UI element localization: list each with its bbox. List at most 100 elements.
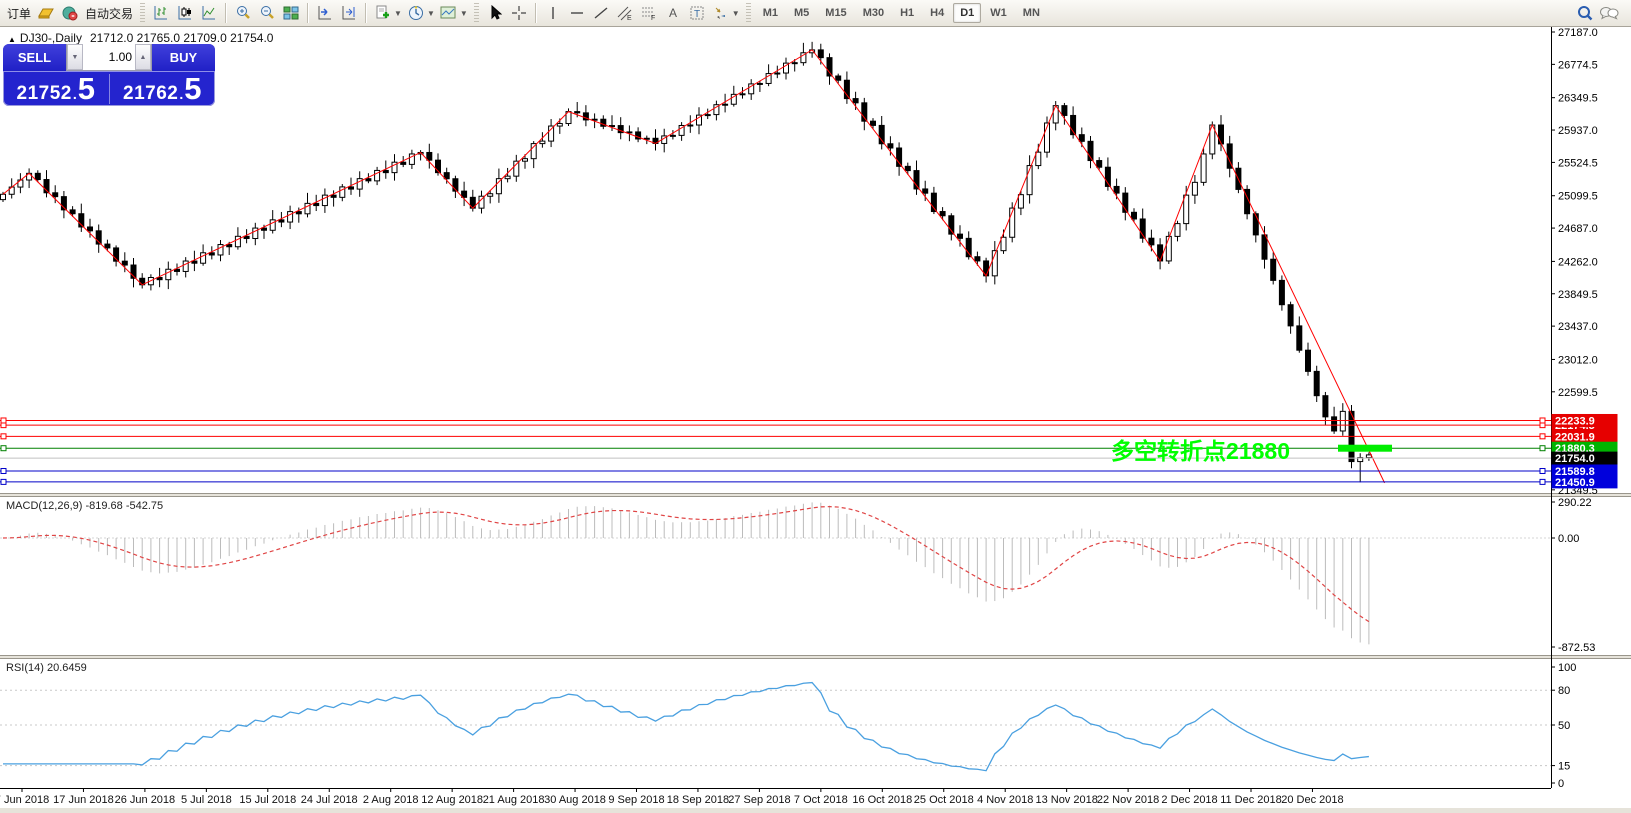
svg-text:25099.5: 25099.5 bbox=[1558, 191, 1598, 203]
svg-text:13 Nov 2018: 13 Nov 2018 bbox=[1035, 794, 1097, 806]
zoom-in-icon[interactable] bbox=[232, 2, 254, 24]
chart-window: ▲ DJ30-,Daily 21712.0 21765.0 21709.0 2175… bbox=[0, 27, 1631, 813]
collapse-triangle-icon[interactable]: ▲ bbox=[8, 35, 16, 44]
new-order-icon-dropdown[interactable]: ▼ bbox=[394, 9, 402, 18]
toolbar-separator bbox=[365, 3, 367, 23]
svg-text:7 Oct 2018: 7 Oct 2018 bbox=[794, 794, 848, 806]
svg-text:0.00: 0.00 bbox=[1558, 533, 1579, 545]
svg-text:T: T bbox=[694, 9, 700, 20]
svg-text:-872.53: -872.53 bbox=[1558, 642, 1595, 654]
new-order-icon[interactable] bbox=[372, 2, 394, 24]
svg-text:25937.0: 25937.0 bbox=[1558, 125, 1598, 137]
channel-icon[interactable]: E bbox=[614, 2, 636, 24]
symbol-period-label: DJ30-,Daily bbox=[20, 31, 82, 45]
toolbar-drag-handle[interactable] bbox=[140, 3, 145, 23]
rsi-label: RSI(14) 20.6459 bbox=[6, 662, 87, 674]
svg-text:22031.9: 22031.9 bbox=[1555, 431, 1595, 443]
volume-increase-button[interactable]: ▲ bbox=[135, 44, 151, 70]
sell-button[interactable]: SELL bbox=[3, 44, 66, 71]
timeframe-m5-button[interactable]: M5 bbox=[787, 3, 816, 23]
volume-input[interactable]: 1.00 bbox=[83, 44, 135, 70]
vertical-line-icon[interactable] bbox=[542, 2, 564, 24]
journal-icon[interactable] bbox=[35, 2, 57, 24]
svg-text:12 Aug 2018: 12 Aug 2018 bbox=[421, 794, 483, 806]
svg-text:22233.9: 22233.9 bbox=[1555, 415, 1595, 427]
chart-canvas: 27187.026774.526349.525937.025524.525099… bbox=[0, 27, 1631, 813]
timeframe-d1-button[interactable]: D1 bbox=[953, 3, 981, 23]
timeframe-m1-button[interactable]: M1 bbox=[756, 3, 785, 23]
timeframe-w1-button[interactable]: W1 bbox=[983, 3, 1014, 23]
macd-label: MACD(12,26,9) -819.68 -542.75 bbox=[6, 500, 163, 512]
svg-text:30 Aug 2018: 30 Aug 2018 bbox=[544, 794, 606, 806]
svg-text:F: F bbox=[651, 15, 655, 21]
auto-scroll-icon[interactable] bbox=[314, 2, 336, 24]
buy-price[interactable]: 21762.5 bbox=[110, 72, 216, 106]
autotrade-label[interactable]: 自动交易 bbox=[85, 5, 133, 22]
svg-text:0: 0 bbox=[1558, 778, 1564, 790]
text-label-icon[interactable]: T bbox=[686, 2, 708, 24]
svg-text:2 Dec 2018: 2 Dec 2018 bbox=[1161, 794, 1217, 806]
timeframe-m30-button[interactable]: M30 bbox=[856, 3, 891, 23]
toolbar-drag-handle[interactable] bbox=[746, 3, 751, 23]
timeframe-h1-button[interactable]: H1 bbox=[893, 3, 921, 23]
trendline-icon[interactable] bbox=[590, 2, 612, 24]
arrows-icon[interactable] bbox=[710, 2, 732, 24]
zoom-out-icon[interactable] bbox=[256, 2, 278, 24]
svg-text:26774.5: 26774.5 bbox=[1558, 59, 1598, 71]
chart-title-bar: ▲ DJ30-,Daily 21712.0 21765.0 21709.0 2175… bbox=[8, 31, 273, 45]
tile-windows-icon[interactable] bbox=[280, 2, 302, 24]
line-chart-icon[interactable] bbox=[198, 2, 220, 24]
toolbar-separator bbox=[225, 3, 227, 23]
svg-text:24262.0: 24262.0 bbox=[1558, 256, 1598, 268]
volume-decrease-button[interactable]: ▼ bbox=[67, 44, 83, 70]
svg-text:290.22: 290.22 bbox=[1558, 497, 1592, 509]
svg-text:2 Aug 2018: 2 Aug 2018 bbox=[363, 794, 419, 806]
sell-price[interactable]: 21752.5 bbox=[3, 72, 109, 106]
horizontal-line-icon[interactable] bbox=[566, 2, 588, 24]
svg-text:21450.9: 21450.9 bbox=[1555, 477, 1595, 489]
svg-text:A: A bbox=[669, 6, 677, 20]
svg-text:16 Oct 2018: 16 Oct 2018 bbox=[852, 794, 912, 806]
arrows-icon-dropdown[interactable]: ▼ bbox=[732, 9, 740, 18]
template-icon[interactable] bbox=[438, 2, 460, 24]
period-icon-dropdown[interactable]: ▼ bbox=[427, 9, 435, 18]
toolbar-drag-handle[interactable] bbox=[474, 3, 479, 23]
svg-text:26 Jun 2018: 26 Jun 2018 bbox=[115, 794, 176, 806]
chart-shift-icon[interactable] bbox=[338, 2, 360, 24]
svg-text:15 Jul 2018: 15 Jul 2018 bbox=[239, 794, 296, 806]
autotrade-icon[interactable] bbox=[59, 2, 81, 24]
text-icon[interactable]: A bbox=[662, 2, 684, 24]
chat-icon[interactable] bbox=[1598, 2, 1620, 24]
toolbar-separator bbox=[535, 3, 537, 23]
search-icon[interactable] bbox=[1574, 2, 1596, 24]
svg-text:E: E bbox=[627, 15, 632, 21]
svg-text:17 Jun 2018: 17 Jun 2018 bbox=[53, 794, 114, 806]
toolbar-separator bbox=[307, 3, 309, 23]
template-icon-dropdown[interactable]: ▼ bbox=[460, 9, 468, 18]
timeframe-mn-button[interactable]: MN bbox=[1016, 3, 1047, 23]
candlestick-chart-icon[interactable] bbox=[174, 2, 196, 24]
bar-chart-icon[interactable] bbox=[150, 2, 172, 24]
svg-text:5 Jul 2018: 5 Jul 2018 bbox=[181, 794, 232, 806]
timeframe-m15-button[interactable]: M15 bbox=[818, 3, 853, 23]
svg-text:4 Nov 2018: 4 Nov 2018 bbox=[977, 794, 1033, 806]
svg-text:24687.0: 24687.0 bbox=[1558, 223, 1598, 235]
turning-point-highlight-bar[interactable] bbox=[1338, 445, 1392, 452]
buy-button[interactable]: BUY bbox=[152, 44, 215, 71]
svg-text:25524.5: 25524.5 bbox=[1558, 157, 1598, 169]
svg-text:22599.5: 22599.5 bbox=[1558, 387, 1598, 399]
ohlc-values: 21712.0 21765.0 21709.0 21754.0 bbox=[90, 31, 274, 45]
svg-text:23012.0: 23012.0 bbox=[1558, 354, 1598, 366]
orders-label[interactable]: 订单 bbox=[7, 5, 31, 22]
one-click-trade-panel: SELL ▼ 1.00 ▲ BUY 21752.5 21762.5 bbox=[3, 44, 215, 106]
period-icon[interactable] bbox=[405, 2, 427, 24]
timeframe-h4-button[interactable]: H4 bbox=[923, 3, 951, 23]
svg-text:26349.5: 26349.5 bbox=[1558, 93, 1598, 105]
turning-point-annotation[interactable]: 多空转折点21880 bbox=[1111, 438, 1290, 464]
svg-text:23437.0: 23437.0 bbox=[1558, 321, 1598, 333]
fibonacci-icon[interactable]: F bbox=[638, 2, 660, 24]
svg-text:25 Oct 2018: 25 Oct 2018 bbox=[914, 794, 974, 806]
svg-text:24 Jul 2018: 24 Jul 2018 bbox=[301, 794, 358, 806]
cursor-icon[interactable] bbox=[484, 2, 506, 24]
crosshair-icon[interactable] bbox=[508, 2, 530, 24]
